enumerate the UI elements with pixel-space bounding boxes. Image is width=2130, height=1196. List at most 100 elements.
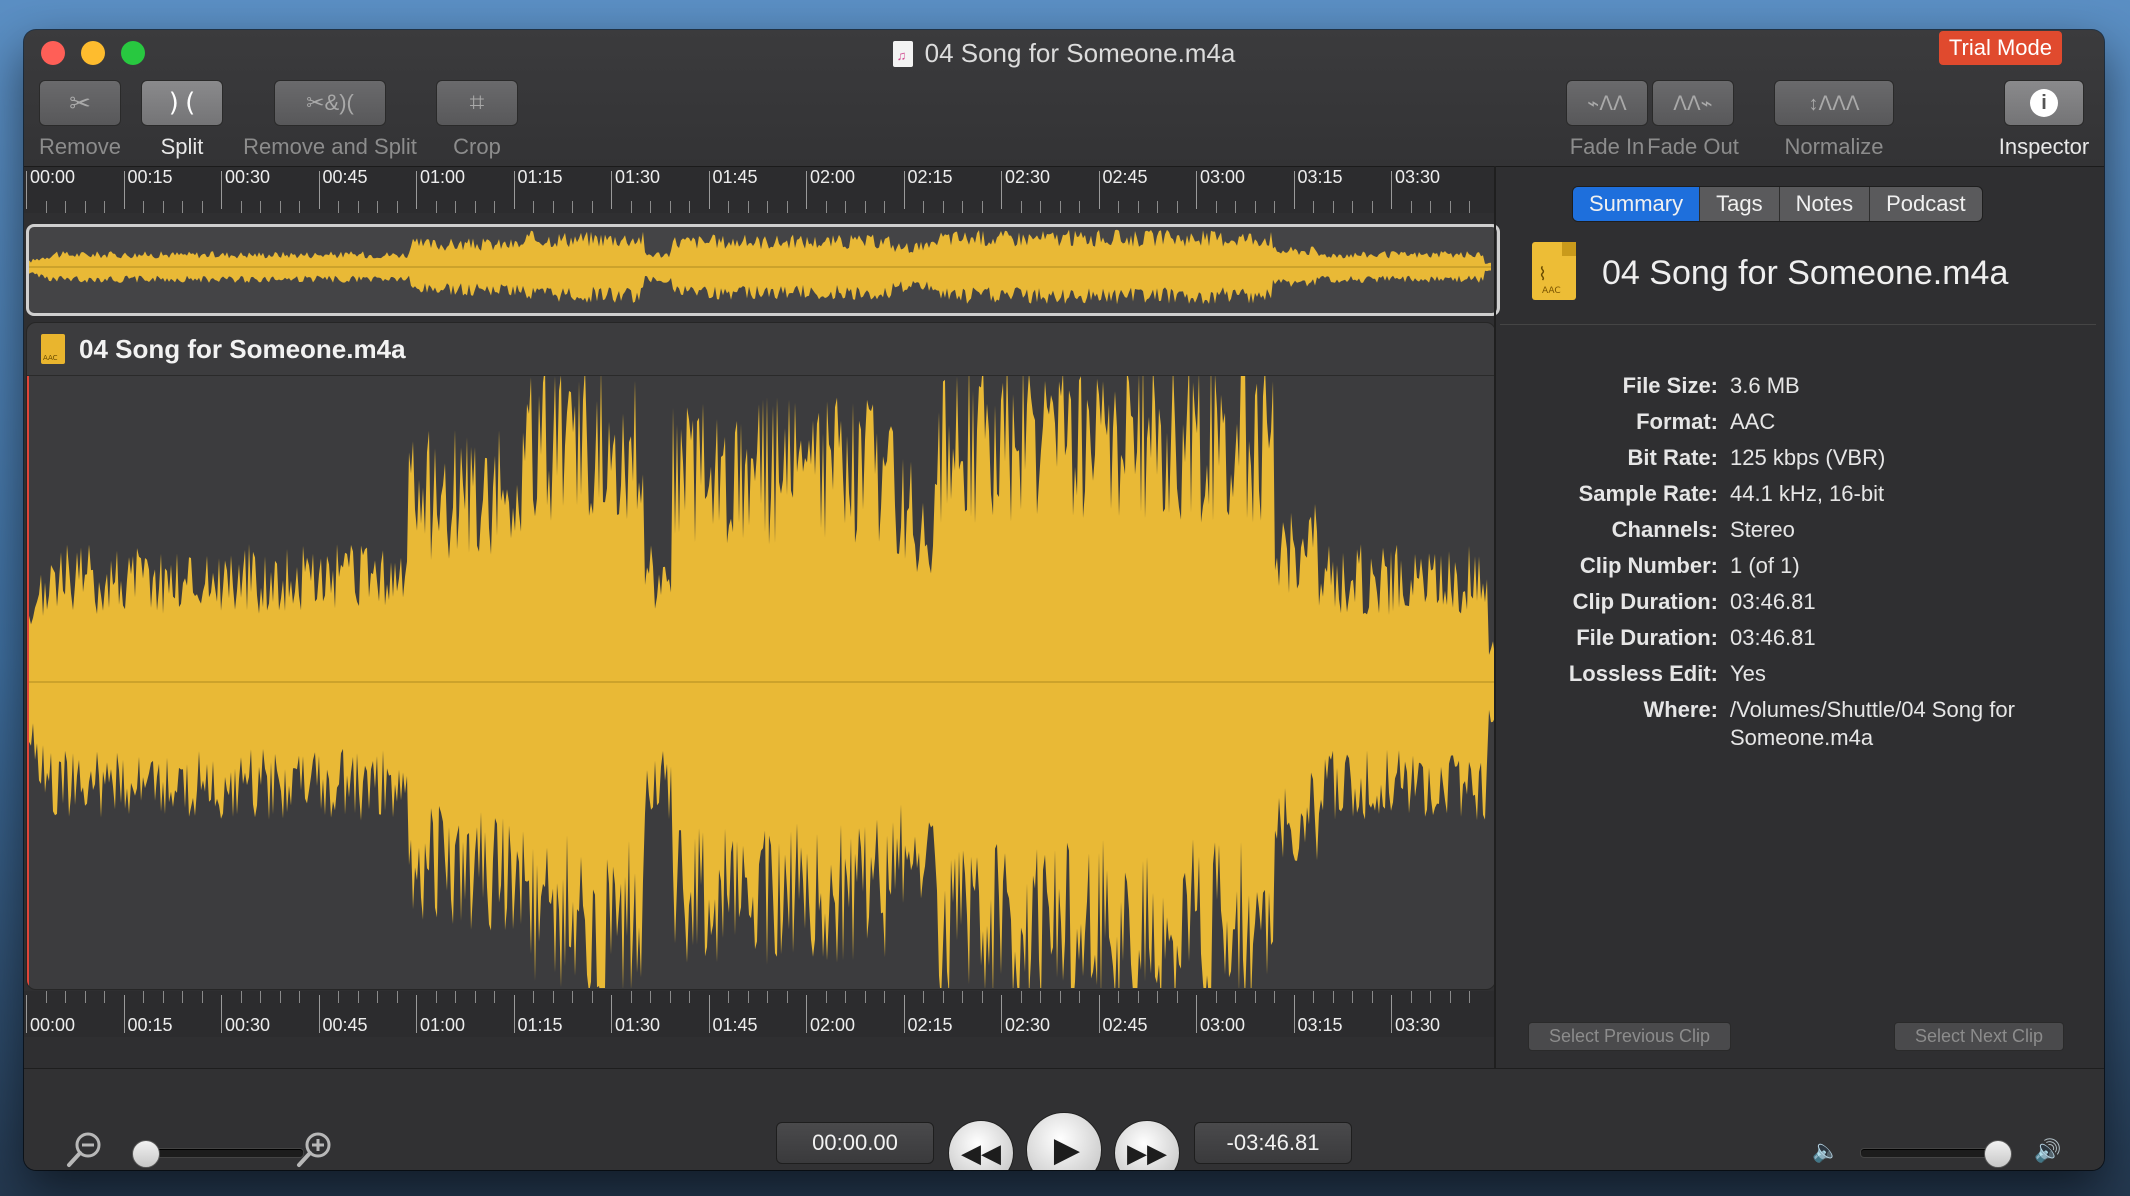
timeline-minor-tick [260, 991, 261, 1003]
info-key: Channels: [1611, 517, 1718, 542]
fade-in-button[interactable]: ⌁ᐱᐱ [1566, 80, 1648, 126]
timeline-minor-tick [591, 991, 593, 1003]
info-value: 3.6 MB [1730, 373, 1800, 398]
info-icon: i [2030, 89, 2058, 117]
split-button[interactable]: )( [141, 80, 223, 126]
timeline-minor-tick [279, 201, 281, 213]
timeline-minor-tick [279, 991, 281, 1003]
app-window: 04 Song for Someone.m4a Trial Mode ✂ Rem… [24, 30, 2104, 1170]
timeline-minor-tick [1079, 201, 1080, 213]
info-key: Bit Rate: [1627, 445, 1718, 470]
timeline-tick-label: 03:30 [1395, 167, 1441, 187]
timeline-ruler-top[interactable]: 00:00 00:15 00:30 00:45 01:00 01:15 01:30 01:45… [24, 167, 1494, 213]
timeline-major-tick [611, 171, 612, 209]
timeline-major-tick [1098, 995, 1100, 1033]
timeline-minor-tick [1176, 201, 1178, 213]
fade-out-button[interactable]: ᐱᐱ⌁ [1652, 80, 1734, 126]
inspector-tabs: Summary Tags Notes Podcast [1572, 186, 1983, 222]
info-value: 03:46.81 [1730, 589, 1816, 614]
rewind-icon: ◀◀ [961, 1137, 1001, 1168]
info-row-sample-rate: Sample Rate: 44.1 kHz, 16-bit [1500, 476, 2100, 512]
volume-low-icon[interactable]: 🔈 [1812, 1138, 1839, 1164]
normalize-tool[interactable]: ↕ᐱᐱᐱ Normalize [1774, 80, 1894, 160]
timeline-major-tick [1098, 171, 1100, 209]
timeline-minor-tick [182, 991, 183, 1003]
remove-and-split-button[interactable]: ✂&)( [274, 80, 386, 126]
fade-in-label: Fade In [1569, 134, 1645, 159]
split-tool[interactable]: )( Split [140, 80, 224, 160]
timeline-minor-tick [786, 201, 788, 213]
timeline-minor-tick [728, 991, 729, 1003]
inspector-tool[interactable]: i Inspector [1988, 80, 2100, 160]
timeline-tick-label: 00:15 [127, 167, 173, 187]
info-row-where: Where: /Volumes/Shuttle/04 Song for Someo… [1500, 696, 2100, 752]
timeline-minor-tick [162, 991, 164, 1003]
overview-waveform[interactable] [26, 224, 1500, 316]
timeline-tick-label: 00:30 [225, 167, 271, 187]
tab-tags[interactable]: Tags [1700, 187, 1780, 221]
sidebar-divider [1494, 166, 1496, 1068]
timeline-minor-tick [65, 991, 66, 1003]
clip-panel[interactable]: 04 Song for Someone.m4a [26, 322, 1496, 990]
trial-mode-badge[interactable]: Trial Mode [1938, 31, 2062, 65]
fade-out-tool[interactable]: ᐱᐱ⌁ Fade Out [1646, 80, 1740, 160]
elapsed-time-display: 00:00.00 [776, 1122, 934, 1164]
timeline-minor-tick [1371, 991, 1373, 1003]
zoom-in-icon[interactable] [294, 1130, 334, 1170]
timeline-tick-label: 00:00 [30, 167, 76, 187]
info-key: Format: [1636, 409, 1718, 434]
timeline-tick-label: 01:15 [517, 1015, 563, 1035]
inspector-file-title: 04 Song for Someone.m4a [1602, 254, 2009, 292]
remove-button[interactable]: ✂ [39, 80, 121, 126]
tab-summary[interactable]: Summary [1573, 187, 1701, 221]
info-value: 03:46.81 [1730, 625, 1816, 650]
clip-waveform[interactable] [27, 376, 1495, 988]
timeline-ruler-bottom[interactable]: 00:00 00:15 00:30 00:45 01:00 01:15 01:30 01:45… [24, 991, 1494, 1037]
crop-button[interactable]: ⌗ [436, 80, 518, 126]
normalize-button[interactable]: ↕ᐱᐱᐱ [1774, 80, 1894, 126]
remove-and-split-tool[interactable]: ✂&)( Remove and Split [236, 80, 424, 160]
crop-tool[interactable]: ⌗ Crop [434, 80, 520, 160]
timeline-minor-tick [689, 991, 690, 1003]
split-icon: )( [166, 88, 198, 118]
fade-in-tool[interactable]: ⌁ᐱᐱ Fade In [1564, 80, 1650, 160]
timeline-minor-tick [201, 201, 203, 213]
select-next-clip-button[interactable]: Select Next Clip [1894, 1022, 2065, 1051]
timeline-minor-tick [1469, 201, 1470, 213]
timeline-minor-tick [1079, 991, 1080, 1003]
info-value: 1 (of 1) [1730, 553, 1800, 578]
select-previous-clip-button[interactable]: Select Previous Clip [1528, 1022, 1732, 1051]
zoom-slider-knob[interactable] [132, 1140, 160, 1168]
timeline-minor-tick [455, 201, 456, 213]
timeline-minor-tick [552, 201, 554, 213]
timeline-major-tick [123, 995, 125, 1033]
split-label: Split [160, 134, 204, 159]
tab-notes[interactable]: Notes [1780, 187, 1871, 221]
info-key: Sample Rate: [1578, 481, 1718, 506]
info-key: File Duration: [1576, 625, 1718, 650]
timeline-minor-tick [747, 991, 749, 1003]
timeline-minor-tick [825, 991, 827, 1003]
timeline-minor-tick [1332, 201, 1334, 213]
remove-tool[interactable]: ✂ Remove [38, 80, 122, 160]
volume-slider-knob[interactable] [1984, 1140, 2012, 1168]
volume-high-icon[interactable]: 🔊 [2034, 1138, 2061, 1164]
timeline-minor-tick [962, 201, 963, 213]
timeline-minor-tick [1118, 991, 1119, 1003]
timeline-minor-tick [1313, 991, 1314, 1003]
timeline-minor-tick [357, 201, 359, 213]
timeline-tick-label: 01:45 [712, 1015, 758, 1035]
timeline-minor-tick [1352, 991, 1353, 1003]
fast-forward-icon: ▶▶ [1127, 1137, 1167, 1168]
timeline-tick-label: 00:45 [322, 167, 368, 187]
tab-podcast[interactable]: Podcast [1870, 187, 1982, 221]
crop-icon: ⌗ [469, 87, 485, 117]
timeline-major-tick [416, 171, 417, 209]
timeline-minor-tick [357, 991, 359, 1003]
timeline-major-tick [26, 171, 27, 209]
inspector-button[interactable]: i [2004, 80, 2084, 126]
zoom-out-icon[interactable] [64, 1130, 104, 1170]
timeline-minor-tick [1254, 991, 1256, 1003]
audio-document-icon [892, 40, 913, 67]
timeline-minor-tick [864, 201, 866, 213]
